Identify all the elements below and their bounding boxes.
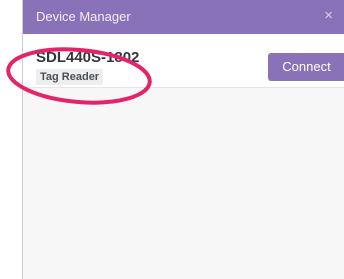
device-list-item[interactable]: SDL440S-1802 Tag Reader Connect	[23, 34, 344, 88]
window-title: Device Manager	[36, 9, 131, 24]
device-name: SDL440S-1802	[36, 49, 140, 66]
close-icon[interactable]: ×	[324, 8, 333, 24]
title-bar: Device Manager ×	[23, 0, 344, 34]
device-type-badge: Tag Reader	[36, 69, 104, 85]
device-manager-window: Device Manager × SDL440S-1802 Tag Reader…	[22, 0, 344, 279]
connect-button[interactable]: Connect	[268, 53, 344, 81]
